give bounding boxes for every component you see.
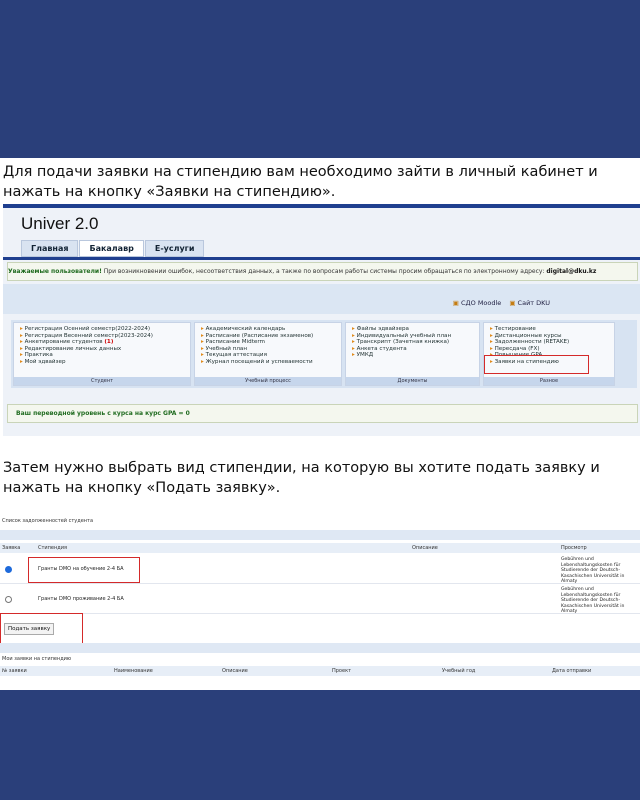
menu-item[interactable]: Анкетирование студентов (1) bbox=[20, 339, 190, 346]
menu-item[interactable]: Журнал посещений и успеваемости bbox=[201, 359, 341, 366]
col-header: Проект bbox=[332, 668, 352, 674]
notice-bold: Уважаемые пользователи! bbox=[8, 268, 102, 275]
menu-item[interactable]: Задолженности (RETAKE) bbox=[490, 339, 614, 346]
col-header: Дата отправки bbox=[552, 668, 592, 674]
users-notice: Уважаемые пользователи! При возникновени… bbox=[7, 262, 638, 281]
menu-item[interactable]: Тестирование bbox=[490, 326, 614, 333]
instruction-2-line-1: Затем нужно выбрать вид стипендии, на ко… bbox=[3, 460, 600, 476]
menu-item[interactable]: Редактирование личных данных bbox=[20, 346, 190, 353]
main-tabs: Главная Бакалавр E-услуги bbox=[21, 240, 205, 257]
survey-count-badge: (1) bbox=[104, 339, 114, 346]
column-caption: Студент bbox=[14, 377, 190, 385]
menu-item[interactable]: Регистрация Осенний семестр(2022-2024) bbox=[20, 326, 190, 333]
tab-e-services[interactable]: E-услуги bbox=[144, 240, 205, 257]
tab-bachelor[interactable]: Бакалавр bbox=[79, 240, 144, 257]
content-panel: Для подачи заявки на стипендию вам необх… bbox=[0, 158, 640, 690]
menu-item[interactable]: Индивидуальный учебный план bbox=[352, 333, 479, 340]
instruction-1-line-1: Для подачи заявки на стипендию вам необх… bbox=[3, 164, 598, 180]
menu-item[interactable]: Текущая аттестация bbox=[201, 352, 341, 359]
tab-main[interactable]: Главная bbox=[21, 240, 79, 257]
menu-item[interactable]: Практика bbox=[20, 352, 190, 359]
instruction-text-2: Затем нужно выбрать вид стипендии, на ко… bbox=[3, 458, 600, 498]
column-caption: Разное bbox=[484, 377, 614, 385]
scholarship-screenshot: Список задолженностей студента Заявка Ст… bbox=[0, 510, 640, 690]
header-bar bbox=[0, 530, 640, 540]
col-header: Стипендия bbox=[38, 545, 67, 551]
menu-column-documents: Файлы эдвайзера Индивидуальный учебный п… bbox=[345, 322, 480, 386]
instruction-1-line-2: нажать на кнопку «Заявки на стипендию». bbox=[3, 184, 336, 200]
my-applications-header: № заявки Наименование Описание Проект Уч… bbox=[0, 666, 640, 676]
column-caption: Учебный процесс bbox=[195, 377, 341, 385]
col-header: Учебный год bbox=[442, 668, 476, 674]
menu-item[interactable]: Транскрипт (Зачетная книжка) bbox=[352, 339, 479, 346]
gpa-notice: Ваш переводной уровень с курса на курс G… bbox=[7, 404, 638, 423]
menu-item[interactable]: Учебный план bbox=[201, 346, 341, 353]
menu-item[interactable]: Регистрация Весенний семестр(2023-2024) bbox=[20, 333, 190, 340]
moodle-label: СДО Moodle bbox=[461, 299, 502, 307]
column-caption: Документы bbox=[346, 377, 479, 385]
scholarship-radio[interactable] bbox=[5, 596, 12, 603]
instruction-2-line-2: нажать на кнопку «Подать заявку». bbox=[3, 480, 281, 496]
moodle-link[interactable]: ▣ СДО Moodle bbox=[453, 299, 502, 307]
col-header: Описание bbox=[412, 545, 438, 551]
menu-item[interactable]: Расписание Midterm bbox=[201, 339, 341, 346]
col-header: Заявка bbox=[2, 545, 21, 551]
site-icon: ▣ bbox=[509, 299, 516, 307]
highlight-scholarship-choice bbox=[28, 557, 140, 583]
scholarship-table-header: Заявка Стипендия Описание Просмотр bbox=[0, 543, 640, 553]
moodle-icon: ▣ bbox=[452, 299, 459, 307]
instruction-text-1: Для подачи заявки на стипендию вам необх… bbox=[3, 162, 598, 202]
menu-item[interactable]: Дистанционные курсы bbox=[490, 333, 614, 340]
my-applications-title: Мои заявки на стипендию bbox=[2, 656, 72, 662]
menu-column-student: Регистрация Осенний семестр(2022-2024) Р… bbox=[13, 322, 191, 386]
univer-brand: Univer 2.0 bbox=[21, 214, 99, 233]
scholarship-radio[interactable] bbox=[5, 566, 12, 573]
col-header: № заявки bbox=[2, 668, 27, 674]
highlight-submit-button bbox=[0, 613, 83, 645]
menu-item[interactable]: Мой эдвайзер bbox=[20, 359, 190, 366]
scholarship-provider: Gebühren und Lebenshaltungskosten für St… bbox=[561, 587, 625, 615]
menu-item[interactable]: УМКД bbox=[352, 352, 479, 359]
table-row: Гранты DMO проживание 2-4 БА Gebühren un… bbox=[0, 585, 640, 614]
tab-underline bbox=[3, 257, 640, 260]
univer-screenshot: Univer 2.0 Главная Бакалавр E-услуги Ува… bbox=[3, 204, 640, 436]
menu-item[interactable]: Файлы эдвайзера bbox=[352, 326, 479, 333]
col-header: Описание bbox=[222, 668, 248, 674]
menu-item[interactable]: Анкета студента bbox=[352, 346, 479, 353]
menu-item[interactable]: Расписание (Расписание экзаменов) bbox=[201, 333, 341, 340]
top-links: ▣ СДО Moodle ▣ Сайт DKU bbox=[453, 299, 550, 307]
col-header: Просмотр bbox=[561, 545, 587, 551]
footer-bar bbox=[0, 643, 640, 653]
menu-item[interactable]: Академический календарь bbox=[201, 326, 341, 333]
col-header: Наименование bbox=[114, 668, 153, 674]
menu-item[interactable]: Пересдача (FX) bbox=[490, 346, 614, 353]
notice-email[interactable]: digital@dku.kz bbox=[546, 268, 596, 275]
dku-site-label: Сайт DKU bbox=[517, 299, 550, 307]
notice-text: При возникновении ошибок, несоответствия… bbox=[101, 268, 547, 275]
menu-column-learning: Академический календарь Расписание (Расп… bbox=[194, 322, 342, 386]
scholarship-name: Гранты DMO проживание 2-4 БА bbox=[38, 596, 124, 602]
dku-site-link[interactable]: ▣ Сайт DKU bbox=[509, 299, 550, 307]
scholarship-provider: Gebühren und Lebenshaltungskosten für St… bbox=[561, 557, 625, 585]
scholarship-page-title: Список задолженностей студента bbox=[2, 518, 94, 524]
gpa-notice-text: Ваш переводной уровень с курса на курс G… bbox=[16, 410, 190, 417]
menu-column-misc: Тестирование Дистанционные курсы Задолже… bbox=[483, 322, 615, 386]
highlight-scholarship-link bbox=[484, 355, 589, 374]
menu-item-label: Анкетирование студентов bbox=[24, 339, 103, 346]
